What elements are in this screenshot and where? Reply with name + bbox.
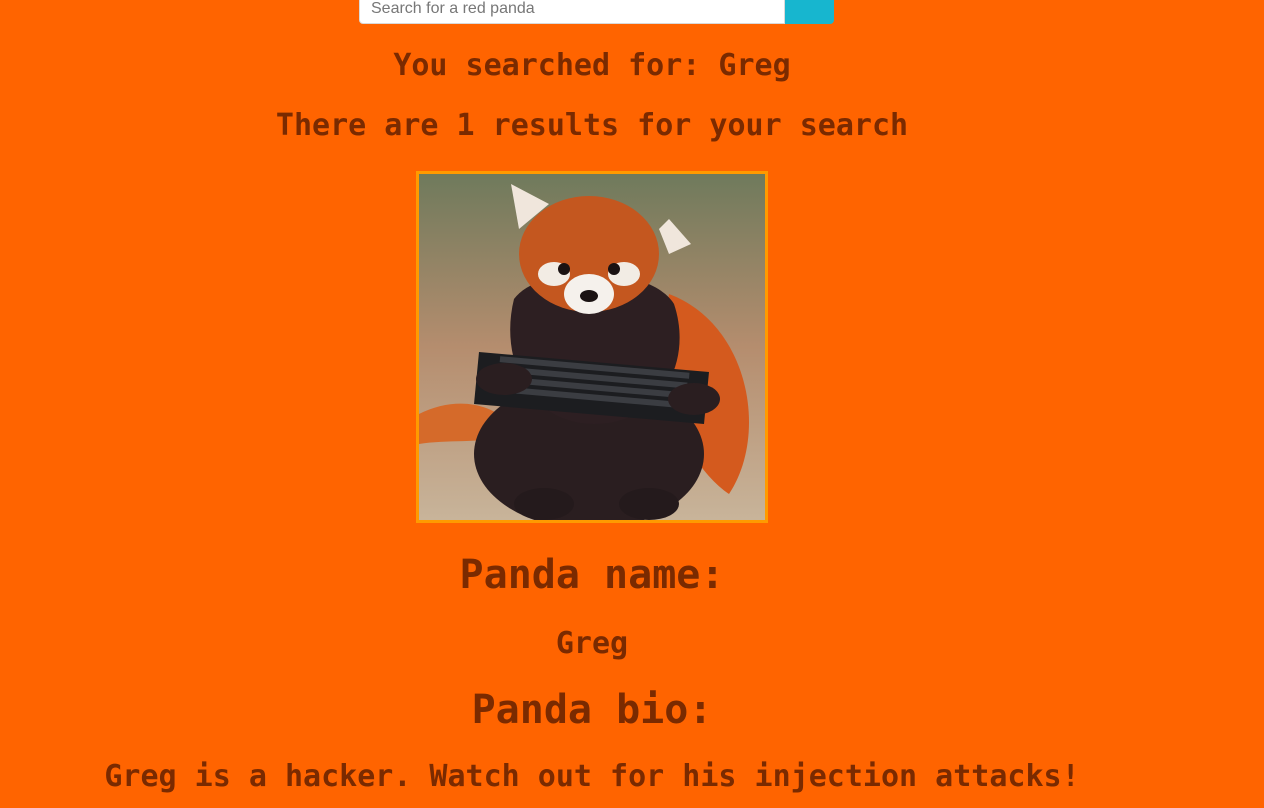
panda-bio: Greg is a hacker. Watch out for his inje… bbox=[104, 759, 1080, 794]
panda-name: Greg bbox=[555, 626, 629, 661]
panda-name-heading: Panda name: bbox=[459, 552, 725, 598]
search-input[interactable] bbox=[359, 0, 785, 24]
search-bar bbox=[359, 0, 834, 24]
searched-for-text: You searched for: Greg bbox=[393, 48, 791, 83]
results-count-text: There are 1 results for your search bbox=[275, 108, 909, 143]
search-button[interactable] bbox=[785, 0, 834, 24]
panda-image bbox=[416, 171, 768, 523]
panda-bio-heading: Panda bio: bbox=[471, 687, 713, 733]
